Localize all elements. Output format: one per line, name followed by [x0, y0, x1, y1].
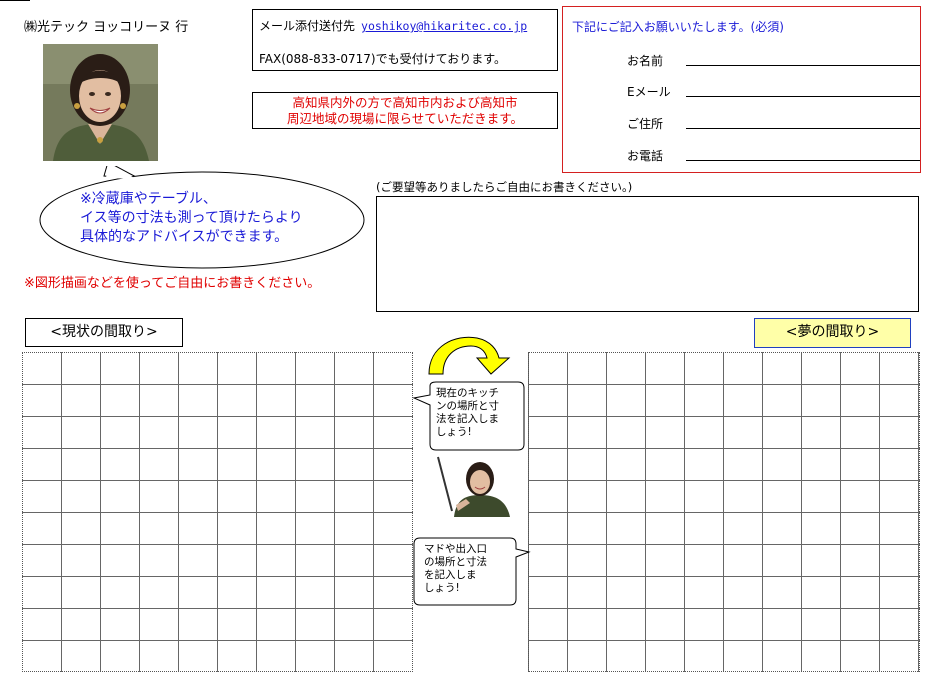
speech-line1: ※冷蔵庫やテーブル、 [80, 191, 217, 207]
addressee: ㈱光テック ヨッコリーヌ 行 [24, 20, 189, 35]
dream-layout-grid[interactable] [528, 352, 920, 672]
area-notice-line1: 高知県内外の方で高知市内および高知市 [292, 95, 518, 110]
current-layout-grid[interactable] [22, 352, 413, 672]
speech-line2: イス等の寸法も測って頂けたらより [80, 210, 303, 226]
kitchen-callout-line2: ンの場所と寸 [436, 400, 499, 412]
window-callout-line2: の場所と寸法 [424, 556, 487, 568]
name-field[interactable] [686, 65, 920, 66]
form-row-phone: お電話 [563, 147, 922, 167]
email-field-label: Eメール [627, 85, 671, 99]
kitchen-callout: 現在のキッチ ンの場所と寸 法を記入しま しょう! [412, 381, 527, 453]
kitchen-callout-line3: 法を記入しま [436, 413, 499, 425]
address-field[interactable] [686, 128, 920, 129]
speech-line3: 具体的なアドバイスができます。 [80, 229, 289, 245]
form-title: 下記にご記入お願いいたします。(必須) [572, 20, 784, 34]
curved-arrow-icon [425, 332, 521, 376]
form-row-address: ご住所 [563, 115, 922, 135]
kitchen-callout-line4: しょう! [436, 426, 472, 438]
fax-info: FAX(088-833-0717)でも受付けております。 [259, 52, 507, 66]
email-link[interactable]: yoshikoy@hikaritec.co.jp [361, 19, 527, 33]
dream-layout-label: <夢の間取り> [754, 318, 911, 348]
top-rule [0, 0, 30, 2]
window-door-callout: マドや出入口 の場所と寸法 を記入しま しょう! [412, 537, 532, 607]
pointer-person-image [436, 455, 514, 517]
phone-field[interactable] [686, 160, 920, 161]
email-info-box: メール添付送付先 yoshikoy@hikaritec.co.jp FAX(088… [252, 9, 558, 71]
form-row-email: Eメール [563, 83, 922, 103]
email-label: メール添付送付先 [259, 19, 356, 33]
phone-label: お電話 [627, 149, 664, 163]
name-label: お名前 [627, 54, 664, 68]
area-notice-line2: 周辺地域の現場に限らせていただきます。 [286, 111, 523, 126]
kitchen-callout-line1: 現在のキッチ [436, 387, 499, 399]
drawing-note: ※図形描画などを使ってご自由にお書きください。 [24, 276, 321, 291]
window-callout-line3: を記入しま [424, 569, 477, 581]
address-label: ご住所 [627, 117, 664, 131]
request-textarea[interactable] [376, 196, 919, 312]
request-label: (ご要望等ありましたらご自由にお書きください。) [376, 180, 633, 194]
required-info-form: 下記にご記入お願いいたします。(必須) お名前 Eメール ご住所 お電話 [562, 6, 921, 173]
form-row-name: お名前 [563, 52, 922, 72]
speech-bubble: ※冷蔵庫やテーブル、 イス等の寸法も測って頂けたらより 具体的なアドバイスができ… [38, 166, 368, 270]
area-notice: 高知県内外の方で高知市内および高知市 周辺地域の現場に限らせていただきます。 [252, 92, 558, 129]
current-layout-label: <現状の間取り> [25, 318, 183, 347]
email-field[interactable] [686, 96, 920, 97]
window-callout-line4: しょう! [424, 582, 460, 594]
window-callout-line1: マドや出入口 [424, 543, 487, 555]
profile-photo [43, 44, 158, 161]
